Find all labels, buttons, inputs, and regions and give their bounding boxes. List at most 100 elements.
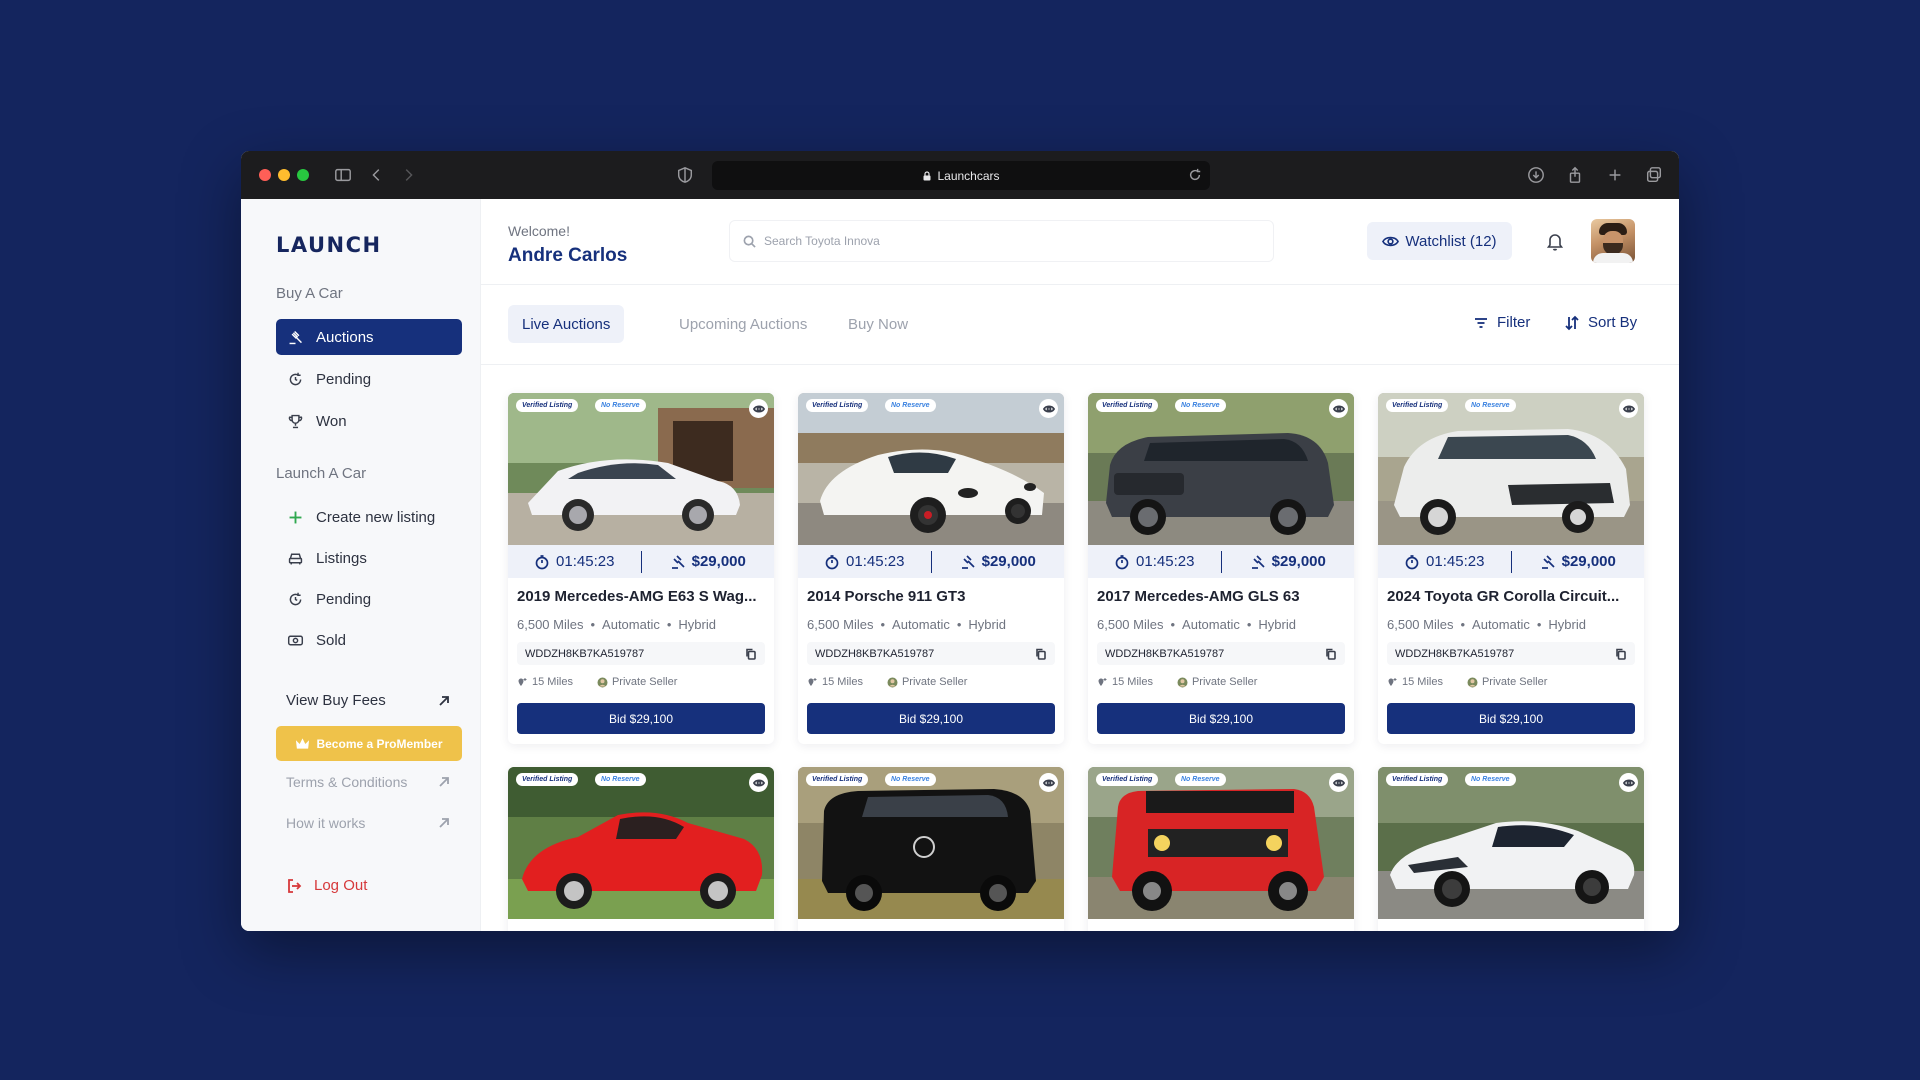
sidebar-toggle-icon[interactable]: [333, 165, 353, 185]
copy-icon[interactable]: [1035, 648, 1047, 660]
auction-tabs: Live Auctions Upcoming Auctions Buy Now …: [481, 285, 1679, 365]
view-buy-fees-link[interactable]: View Buy Fees: [286, 692, 451, 709]
sidebar-item-label: Listings: [316, 549, 367, 567]
sidebar-item-label: Won: [316, 412, 347, 430]
listing-card[interactable]: Verified Listing No Reserve 01:45:23 $29…: [798, 393, 1064, 744]
watch-eye-icon[interactable]: [1329, 773, 1348, 792]
seller-type: Private Seller: [1191, 676, 1258, 688]
watch-eye-icon[interactable]: [749, 399, 768, 418]
eye-icon: [1382, 236, 1400, 246]
car-photo[interactable]: [1088, 767, 1354, 919]
listing-card[interactable]: Verified Listing No Reserve: [508, 767, 774, 931]
tab-buy-now[interactable]: Buy Now: [834, 305, 922, 343]
car-photo[interactable]: [508, 393, 774, 545]
sidebar-item-won[interactable]: Won: [276, 403, 462, 439]
bid-button[interactable]: Bid $29,100: [517, 703, 765, 734]
tab-live-auctions[interactable]: Live Auctions: [508, 305, 625, 343]
sidebar-item-pending-launch[interactable]: Pending: [276, 581, 462, 617]
car-specs: 6,500 Miles • Automatic • Hybrid: [517, 617, 716, 632]
promember-label: Become a ProMember: [316, 736, 443, 751]
listing-card[interactable]: Verified Listing No Reserve 01:45:23 $29…: [1088, 393, 1354, 744]
forward-icon[interactable]: [398, 165, 418, 185]
time-remaining: 01:45:23: [1426, 553, 1485, 570]
sidebar-item-auctions[interactable]: Auctions: [276, 319, 462, 355]
listing-card[interactable]: Verified Listing No Reserve: [798, 767, 1064, 931]
watch-eye-icon[interactable]: [1619, 773, 1638, 792]
section-buy-a-car: Buy A Car: [276, 285, 343, 302]
user-avatar[interactable]: [1591, 219, 1635, 263]
car-title[interactable]: 2014 Porsche 911 GT3: [807, 588, 1057, 605]
how-it-works-label: How it works: [286, 815, 366, 831]
car-photo[interactable]: [508, 767, 774, 919]
window-controls: [259, 169, 309, 181]
crown-icon: [296, 738, 310, 749]
search-input[interactable]: Search Toyota Innova: [729, 220, 1274, 262]
car-photo[interactable]: [1378, 767, 1644, 919]
car-specs: 6,500 Miles • Automatic • Hybrid: [807, 617, 1006, 632]
launch-logo[interactable]: LAUNCH: [276, 233, 382, 257]
app-shell: LAUNCH Buy A Car Auctions Pending Won La…: [241, 199, 1679, 931]
sidebar-item-listings[interactable]: Listings: [276, 540, 462, 576]
back-icon[interactable]: [367, 165, 387, 185]
how-it-works-link[interactable]: How it works: [286, 815, 451, 831]
logout-button[interactable]: Log Out: [286, 877, 367, 894]
new-tab-icon[interactable]: [1605, 165, 1625, 185]
car-icon: [286, 549, 304, 567]
bid-button[interactable]: Bid $29,100: [1387, 703, 1635, 734]
plus-icon: [286, 508, 304, 526]
bid-button[interactable]: Bid $29,100: [807, 703, 1055, 734]
watch-eye-icon[interactable]: [749, 773, 768, 792]
watch-eye-icon[interactable]: [1039, 399, 1058, 418]
car-specs: 6,500 Miles • Automatic • Hybrid: [1097, 617, 1296, 632]
car-photo[interactable]: [798, 393, 1064, 545]
copy-icon[interactable]: [1615, 648, 1627, 660]
reload-icon[interactable]: [1188, 168, 1202, 182]
search-placeholder: Search Toyota Innova: [764, 234, 880, 248]
watch-eye-icon[interactable]: [1619, 399, 1638, 418]
watchlist-button[interactable]: Watchlist (12): [1367, 222, 1512, 260]
watch-eye-icon[interactable]: [1039, 773, 1058, 792]
watch-eye-icon[interactable]: [1329, 399, 1348, 418]
transmission: Automatic: [602, 617, 660, 632]
no-reserve-badge: No Reserve: [885, 773, 936, 786]
filter-button[interactable]: Filter: [1473, 314, 1530, 331]
zoom-window-button[interactable]: [297, 169, 309, 181]
current-bid: $29,000: [1561, 553, 1616, 570]
sort-button[interactable]: Sort By: [1564, 314, 1637, 331]
view-buy-fees-label: View Buy Fees: [286, 692, 386, 709]
listing-card[interactable]: Verified Listing No Reserve 01:45:23 $29…: [1378, 393, 1644, 744]
car-title[interactable]: 2024 Toyota GR Corolla Circuit...: [1387, 588, 1637, 605]
fuel-type: Hybrid: [678, 617, 716, 632]
listing-meta: 15 Miles Private Seller: [1387, 676, 1547, 688]
notifications-bell-icon[interactable]: [1544, 230, 1566, 252]
share-icon[interactable]: [1565, 165, 1585, 185]
sidebar-item-pending-buy[interactable]: Pending: [276, 361, 462, 397]
tab-overview-icon[interactable]: [1644, 165, 1664, 185]
listing-card[interactable]: Verified Listing No Reserve: [1378, 767, 1644, 931]
download-icon[interactable]: [1526, 165, 1546, 185]
close-window-button[interactable]: [259, 169, 271, 181]
terms-label: Terms & Conditions: [286, 774, 408, 790]
car-photo[interactable]: [1378, 393, 1644, 545]
car-title[interactable]: 2019 Mercedes-AMG E63 S Wag...: [517, 588, 767, 605]
minimize-window-button[interactable]: [278, 169, 290, 181]
tab-upcoming-auctions[interactable]: Upcoming Auctions: [665, 305, 821, 343]
privacy-shield-icon[interactable]: [675, 165, 695, 185]
address-bar[interactable]: Launchcars: [712, 161, 1210, 190]
bid-button[interactable]: Bid $29,100: [1097, 703, 1345, 734]
copy-icon[interactable]: [1325, 648, 1337, 660]
car-photo[interactable]: [798, 767, 1064, 919]
time-remaining: 01:45:23: [1136, 553, 1195, 570]
car-photo[interactable]: [1088, 393, 1354, 545]
location-pin-icon: [808, 677, 817, 686]
current-bid: $29,000: [981, 553, 1036, 570]
listing-card[interactable]: Verified Listing No Reserve: [1088, 767, 1354, 931]
become-promember-button[interactable]: Become a ProMember: [276, 726, 462, 761]
terms-link[interactable]: Terms & Conditions: [286, 774, 451, 790]
listing-card[interactable]: Verified Listing No Reserve 01:45:23 $29…: [508, 393, 774, 744]
sidebar-item-sold[interactable]: Sold: [276, 622, 462, 658]
car-title[interactable]: 2017 Mercedes-AMG GLS 63: [1097, 588, 1347, 605]
copy-icon[interactable]: [745, 648, 757, 660]
logout-icon: [288, 878, 302, 893]
sidebar-item-create-listing[interactable]: Create new listing: [276, 499, 462, 535]
